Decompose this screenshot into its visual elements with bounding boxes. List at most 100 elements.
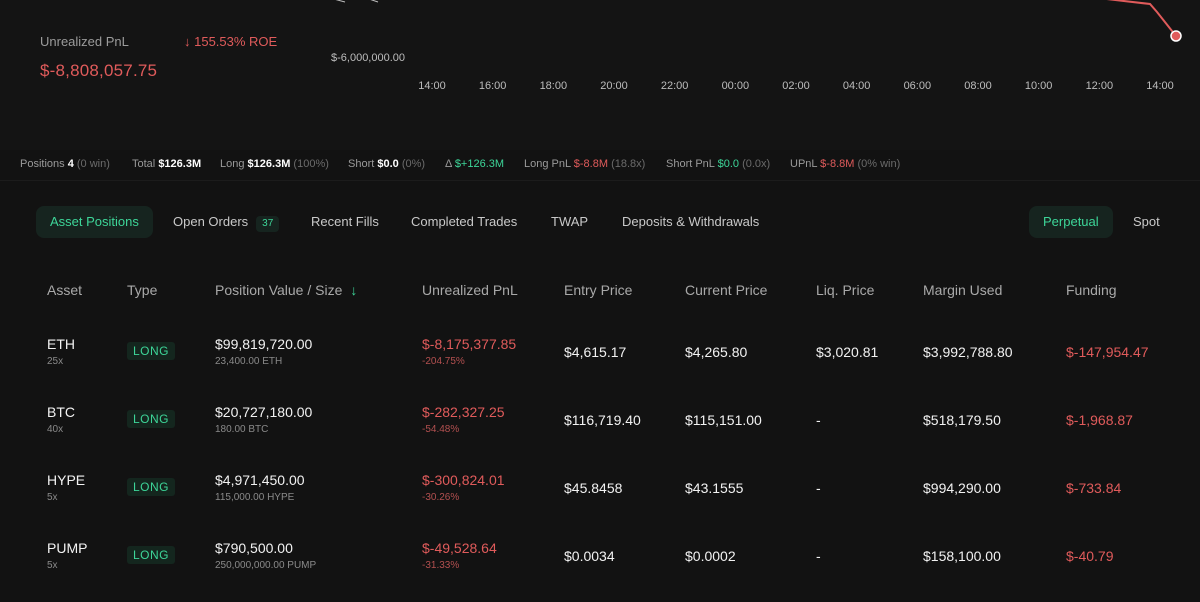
pnl-line-chart [335, 0, 1182, 42]
header-type[interactable]: Type [127, 282, 157, 298]
tab-recent-fills[interactable]: Recent Fills [297, 206, 393, 238]
asset-symbol: PUMP [47, 540, 88, 556]
asset-leverage: 5x [47, 560, 58, 571]
pnl-current-point [1170, 30, 1182, 42]
table-row[interactable]: HYPE 5x LONG $4,971,450.00 115,000.00 HYPE $-… [0, 466, 1200, 534]
position-value: $790,500.00 [215, 540, 293, 556]
unrealized-pnl-value: $-8,175,377.85 [422, 336, 517, 352]
funding: $-733.84 [1066, 480, 1122, 496]
sort-down-arrow-icon: ↓ [350, 282, 358, 298]
margin-used: $994,290.00 [923, 480, 1001, 496]
stat-short: Short $0.0 (0%) [348, 158, 426, 170]
stat-total: Total $126.3M [132, 158, 202, 170]
position-type-badge: LONG [127, 478, 176, 496]
unrealized-pnl-percent: -204.75% [422, 356, 465, 367]
table-row[interactable]: BTC 40x LONG $20,727,180.00 180.00 BTC $-282,… [0, 398, 1200, 466]
unrealized-pnl-cell: $-300,824.01 -30.26% [422, 472, 505, 503]
header-current-price[interactable]: Current Price [685, 282, 767, 298]
x-axis-tick-label: 10:00 [1024, 80, 1053, 92]
header-entry-price[interactable]: Entry Price [564, 282, 632, 298]
x-axis-ticks: 14:00 16:00 18:00 20:00 22:00 00:00 02:00 04:00… [0, 80, 1200, 96]
liq-price: - [816, 480, 821, 496]
x-axis-tick-label: 00:00 [721, 80, 750, 92]
type-cell: LONG [127, 478, 176, 496]
unrealized-pnl-value: $-300,824.01 [422, 472, 505, 488]
asset-cell[interactable]: HYPE 5x [47, 472, 85, 503]
liq-price: - [816, 412, 821, 428]
asset-symbol: BTC [47, 404, 75, 420]
current-price: $0.0002 [685, 548, 736, 564]
x-axis-tick-label: 16:00 [478, 80, 507, 92]
funding: $-40.79 [1066, 548, 1114, 564]
position-type-badge: LONG [127, 410, 176, 428]
position-value-cell: $20,727,180.00 180.00 BTC [215, 404, 312, 435]
liq-price: $3,020.81 [816, 344, 879, 360]
open-orders-count-badge: 37 [256, 216, 280, 232]
header-unrealized-pnl[interactable]: Unrealized PnL [422, 282, 518, 298]
header-position-value[interactable]: Position Value / Size ↓ [215, 282, 357, 298]
asset-cell[interactable]: ETH 25x [47, 336, 75, 367]
x-axis-tick-label: 14:00 [418, 80, 446, 92]
funding: $-147,954.47 [1066, 344, 1149, 360]
tab-twap[interactable]: TWAP [537, 206, 602, 238]
x-axis-tick-label: 02:00 [782, 80, 810, 92]
chart-tick-stub [370, 0, 379, 3]
unrealized-pnl-value: $-49,528.64 [422, 540, 497, 556]
x-axis-tick-label: 08:00 [964, 80, 992, 92]
position-size: 180.00 BTC [215, 424, 269, 435]
pnl-series-line [1106, 0, 1177, 37]
stat-positions: Positions 4 (0 win) [20, 158, 110, 170]
funding: $-1,968.87 [1066, 412, 1133, 428]
unrealized-pnl-percent: -31.33% [422, 560, 460, 571]
x-axis-tick-label: 04:00 [842, 80, 871, 92]
tab-asset-positions[interactable]: Asset Positions [36, 206, 153, 238]
tab-perpetual[interactable]: Perpetual [1029, 206, 1113, 238]
x-axis-tick-label: 22:00 [660, 80, 689, 92]
position-value-cell: $99,819,720.00 23,400.00 ETH [215, 336, 312, 367]
positions-stats-bar: Positions 4 (0 win) Total $126.3M Long $… [0, 150, 1200, 181]
entry-price: $116,719.40 [564, 412, 641, 428]
position-type-badge: LONG [127, 342, 176, 360]
tab-open-orders[interactable]: Open Orders 37 [159, 206, 293, 238]
tab-spot[interactable]: Spot [1119, 206, 1174, 238]
tab-open-orders-label: Open Orders [173, 214, 249, 229]
x-axis-tick-label: 14:00 [1146, 80, 1174, 92]
stat-upnl: UPnL $-8.8M (0% win) [790, 158, 901, 170]
unrealized-pnl-cell: $-49,528.64 -31.33% [422, 540, 497, 571]
asset-symbol: ETH [47, 336, 75, 352]
table-row[interactable]: ETH 25x LONG $99,819,720.00 23,400.00 ETH $-8… [0, 330, 1200, 398]
header-asset[interactable]: Asset [47, 282, 82, 298]
positions-tab-bar: Asset Positions Open Orders 37 Recent Fil… [0, 200, 1200, 244]
stat-delta: Δ $+126.3M [445, 158, 505, 170]
position-value: $4,971,450.00 [215, 472, 305, 488]
entry-price: $45.8458 [564, 480, 623, 496]
header-funding[interactable]: Funding [1066, 282, 1117, 298]
asset-leverage: 5x [47, 492, 58, 503]
x-axis-tick-label: 20:00 [600, 80, 628, 92]
type-cell: LONG [127, 410, 176, 428]
position-size: 23,400.00 ETH [215, 356, 283, 367]
unrealized-pnl-cell: $-8,175,377.85 -204.75% [422, 336, 516, 367]
position-size: 250,000,000.00 PUMP [215, 560, 317, 571]
entry-price: $4,615.17 [564, 344, 627, 360]
asset-cell[interactable]: PUMP 5x [47, 540, 87, 571]
asset-cell[interactable]: BTC 40x [47, 404, 75, 435]
liq-price: - [816, 548, 821, 564]
current-price: $43.1555 [685, 480, 744, 496]
tab-completed-trades[interactable]: Completed Trades [397, 206, 531, 238]
margin-used: $158,100.00 [923, 548, 1001, 564]
position-value-cell: $4,971,450.00 115,000.00 HYPE [215, 472, 305, 503]
current-price: $4,265.80 [685, 344, 748, 360]
unrealized-pnl-percent: -54.48% [422, 424, 460, 435]
y-axis-tick-label: $-6,000,000.00 [331, 52, 406, 64]
position-value: $99,819,720.00 [215, 336, 313, 352]
pnl-chart-panel: Unrealized PnL ↓ 155.53% ROE $-8,808,057… [0, 0, 1200, 150]
header-liq-price[interactable]: Liq. Price [816, 282, 874, 298]
header-margin-used[interactable]: Margin Used [923, 282, 1002, 298]
position-value-cell: $790,500.00 250,000,000.00 PUMP [215, 540, 316, 571]
chart-tick-stub [335, 0, 346, 3]
tab-deposits-withdrawals[interactable]: Deposits & Withdrawals [608, 206, 773, 238]
table-row[interactable]: PUMP 5x LONG $790,500.00 250,000,000.00 PUMP… [0, 534, 1200, 602]
stat-long-pnl: Long PnL $-8.8M (18.8x) [524, 158, 646, 170]
asset-symbol: HYPE [47, 472, 86, 488]
